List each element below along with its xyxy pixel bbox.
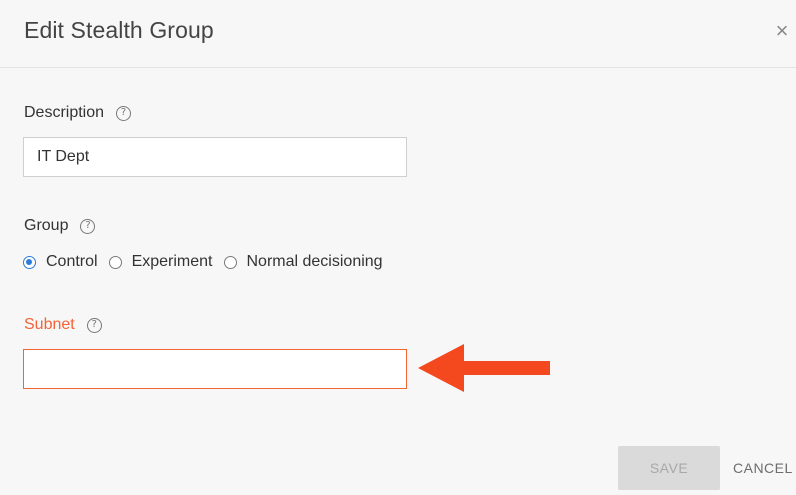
radio-experiment[interactable]: Experiment (108, 253, 213, 271)
description-input[interactable] (23, 137, 407, 177)
radio-control[interactable]: Control (23, 253, 98, 271)
radio-experiment-label: Experiment (131, 253, 213, 270)
radio-normal-decisioning-label: Normal decisioning (246, 253, 383, 270)
radio-normal-decisioning[interactable]: Normal decisioning (223, 253, 383, 271)
save-button[interactable]: SAVE (618, 446, 720, 490)
subnet-input[interactable] (23, 349, 407, 389)
cancel-button[interactable]: CANCEL (733, 446, 796, 490)
subnet-help-icon[interactable]: ? (86, 317, 102, 333)
description-label: Description (24, 104, 105, 121)
left-arrow-icon (418, 344, 550, 392)
radio-experiment-indicator[interactable] (108, 255, 122, 269)
group-label: Group (24, 217, 69, 234)
description-help-icon[interactable]: ? (116, 105, 132, 121)
group-help-icon[interactable]: ? (80, 218, 96, 234)
dialog-title: Edit Stealth Group (24, 17, 214, 43)
group-radio-group: Control Experiment Normal decisioning (23, 250, 394, 274)
radio-control-indicator[interactable] (23, 255, 36, 269)
group-label-row: Group ? (24, 217, 96, 235)
subnet-label: Subnet (24, 316, 75, 333)
radio-control-label: Control (46, 253, 98, 270)
edit-stealth-group-dialog: Edit Stealth Group × Description ? Group… (0, 0, 796, 495)
description-label-row: Description ? (24, 104, 132, 122)
radio-normal-decisioning-indicator[interactable] (223, 255, 237, 269)
subnet-label-row: Subnet ? (24, 316, 102, 334)
dialog-header: Edit Stealth Group × (0, 0, 796, 68)
close-icon[interactable]: × (771, 18, 793, 44)
